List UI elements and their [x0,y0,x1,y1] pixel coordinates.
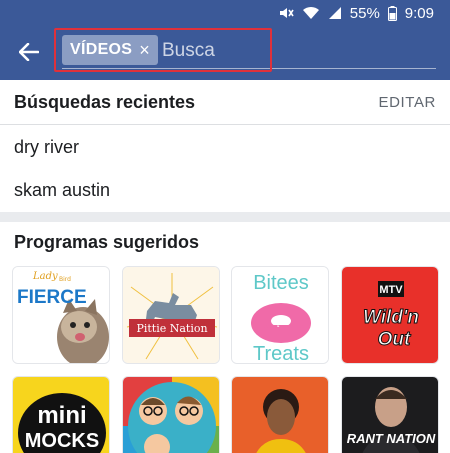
thumb-text: RANT NATION [347,431,436,446]
thumb-text: mini [37,402,86,429]
wifi-icon [302,6,320,20]
status-bar: 55% 9:09 [0,0,450,26]
show-thumb-cartoon[interactable] [122,376,220,453]
thumb-text: Bitees [253,272,309,294]
search-header: VÍDEOS × [0,26,450,80]
recent-searches-header: Búsquedas recientes EDITAR [0,80,450,124]
show-thumb-host[interactable]: MTV [231,376,329,453]
clock: 9:09 [404,4,434,22]
divider [0,124,450,125]
show-thumb-fierce[interactable]: Lady Bird FIERCE [12,266,110,364]
recent-search-item[interactable]: skam austin [0,170,450,210]
suggested-shows-header: Programas sugeridos [0,220,450,264]
thumb-text: Pittie Nation [136,322,207,335]
thumb-text: Wild'n [363,307,419,328]
signal-icon [328,6,342,20]
battery-icon [387,5,397,21]
edit-button[interactable]: EDITAR [379,94,437,111]
show-thumb-wild-n-out[interactable]: MTV Wild'n Out [341,266,439,364]
show-thumb-pittie-nation[interactable]: Pittie Nation [122,266,220,364]
thumb-text: FIERCE [17,287,87,308]
thumb-text: Out [378,329,411,350]
thumb-text: Treats [253,343,309,364]
recent-search-item[interactable]: dry river [0,127,450,167]
show-thumb-rant-nation[interactable]: RANT NATION [341,376,439,453]
suggested-shows-title: Programas sugeridos [14,231,200,252]
thumb-text: Lady [32,271,58,282]
battery-percent: 55% [349,4,380,22]
thumb-text: MTV [379,284,403,296]
mute-icon [278,5,294,21]
search-highlight-box [54,28,272,72]
show-thumb-bitees-treats[interactable]: Bitees Treats [231,266,329,364]
back-button[interactable] [16,39,42,65]
thumb-text: Bird [59,276,71,283]
back-arrow-icon [19,43,39,61]
thumb-text: MOCKS [25,430,99,452]
show-thumb-mini-mocks[interactable]: mini MOCKS [12,376,110,453]
recent-searches-title: Búsquedas recientes [14,91,196,112]
